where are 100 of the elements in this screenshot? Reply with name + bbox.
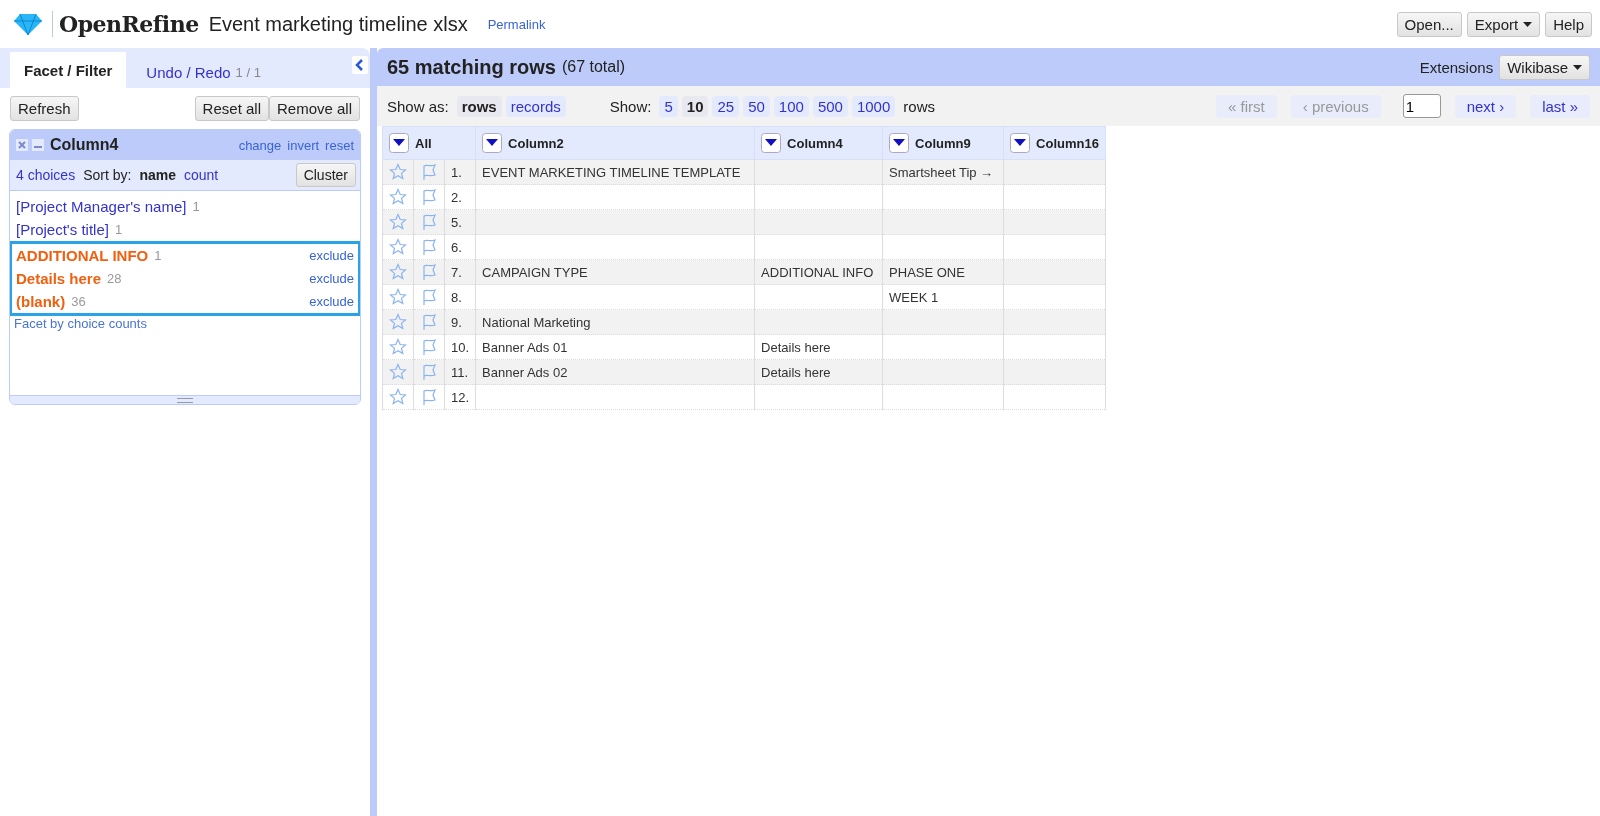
table-cell: Details here: [754, 334, 883, 360]
choice-count: 1: [154, 248, 162, 263]
row-number: 6.: [444, 234, 476, 260]
caret-icon: [1523, 21, 1533, 27]
facet-choice[interactable]: [Project's title]: [16, 221, 109, 238]
show-label: Show:: [609, 97, 652, 115]
panel-tab[interactable]: Facet / Filter: [10, 52, 127, 88]
flag-icon[interactable]: [420, 363, 438, 381]
view-mode-option[interactable]: records: [505, 95, 566, 117]
table-cell: PHASE ONE: [882, 259, 1004, 285]
column-header: Column16: [1036, 135, 1099, 151]
flag-icon[interactable]: [420, 188, 438, 206]
extensions-label: Extensions: [1419, 58, 1494, 76]
remove-all-button[interactable]: Remove all: [268, 96, 360, 121]
sort-label: Sort by:: [83, 167, 132, 183]
row-number: 7.: [444, 259, 476, 285]
column-header: Column9: [915, 135, 971, 151]
table-cell: Details here: [754, 359, 883, 385]
page-number-field[interactable]: 1: [1402, 94, 1441, 118]
page-size-option[interactable]: 500: [812, 95, 848, 117]
star-icon[interactable]: [389, 188, 407, 206]
rows-label: rows: [903, 97, 935, 115]
show-as-label: Show as:: [387, 97, 449, 115]
header-button[interactable]: Help: [1545, 11, 1592, 37]
star-icon[interactable]: [389, 163, 407, 181]
exclude-link[interactable]: exclude: [309, 271, 354, 286]
project-title: Event marketing timeline xlsx: [208, 12, 468, 36]
sort-option[interactable]: name: [139, 167, 176, 183]
dropdown-icon[interactable]: [1010, 133, 1031, 153]
flag-icon[interactable]: [420, 238, 438, 256]
sort-option[interactable]: count: [184, 167, 219, 183]
choice-count: 28: [107, 271, 122, 286]
dropdown-icon[interactable]: [482, 133, 503, 153]
app-logo: OpenRefine: [52, 11, 199, 37]
flag-icon[interactable]: [420, 313, 438, 331]
star-icon[interactable]: [389, 263, 407, 281]
star-icon[interactable]: [389, 388, 407, 406]
exclude-link[interactable]: exclude: [309, 294, 354, 309]
column-header: All: [415, 135, 432, 151]
resize-handle[interactable]: [10, 395, 360, 404]
row-number: 1.: [444, 159, 476, 185]
facet-title: Column4: [50, 136, 119, 154]
permalink-link[interactable]: Permalink: [487, 16, 546, 32]
collapse-icon[interactable]: [352, 56, 368, 74]
choice-count: 36: [71, 294, 86, 309]
row-number: 2.: [444, 184, 476, 210]
star-icon[interactable]: [389, 338, 407, 356]
exclude-link[interactable]: exclude: [309, 248, 354, 263]
page-size-option[interactable]: 5: [659, 95, 678, 117]
dropdown-icon[interactable]: [889, 133, 910, 153]
page-size-option[interactable]: 10: [681, 95, 709, 117]
reset-all-button[interactable]: Reset all: [194, 96, 269, 121]
row-number: 5.: [444, 209, 476, 235]
refresh-button[interactable]: Refresh: [10, 96, 79, 121]
flag-icon[interactable]: [420, 388, 438, 406]
panel-tab[interactable]: Undo / Redo 1 / 1: [132, 56, 275, 88]
dropdown-icon[interactable]: [761, 133, 782, 153]
header-button[interactable]: Open...: [1396, 11, 1462, 37]
flag-icon[interactable]: [420, 338, 438, 356]
wikibase-button[interactable]: Wikibase: [1499, 54, 1590, 80]
row-number: 12.: [444, 384, 476, 410]
star-icon[interactable]: [389, 313, 407, 331]
matching-rows-title: 65 matching rows: [387, 55, 556, 79]
pager-link[interactable]: next ›: [1454, 94, 1517, 118]
minimize-icon[interactable]: [32, 139, 44, 151]
flag-icon[interactable]: [420, 213, 438, 231]
header-button[interactable]: Export: [1466, 11, 1541, 37]
page-size-option[interactable]: 1000: [851, 95, 896, 117]
row-number: 8.: [444, 284, 476, 310]
pager-link[interactable]: last »: [1530, 94, 1590, 118]
star-icon[interactable]: [389, 363, 407, 381]
choice-count-link[interactable]: 4 choices: [16, 167, 76, 183]
undo-count: 1 / 1: [235, 64, 261, 80]
page-size-option[interactable]: 100: [773, 95, 809, 117]
flag-icon[interactable]: [420, 163, 438, 181]
table-cell: Banner Ads 02: [475, 359, 755, 385]
row-number: 9.: [444, 309, 476, 335]
caret-icon: [1573, 64, 1582, 70]
close-icon[interactable]: [16, 139, 28, 151]
view-mode-option[interactable]: rows: [456, 95, 502, 117]
table-cell: WEEK 1: [882, 284, 1004, 310]
cluster-button[interactable]: Cluster: [295, 163, 356, 187]
flag-icon[interactable]: [420, 263, 438, 281]
table-cell: CAMPAIGN TYPE: [475, 259, 755, 285]
star-icon[interactable]: [389, 238, 407, 256]
row-number: 11.: [444, 359, 476, 385]
flag-icon[interactable]: [420, 288, 438, 306]
facet-choice[interactable]: [Project Manager's name]: [16, 198, 187, 215]
table-cell: Smartsheet Tip →: [882, 159, 1004, 185]
star-icon[interactable]: [389, 288, 407, 306]
facet-by-counts-link[interactable]: Facet by choice counts: [10, 316, 360, 331]
star-icon[interactable]: [389, 213, 407, 231]
choice-count: 1: [114, 222, 123, 237]
page-size-option[interactable]: 25: [712, 95, 740, 117]
page-size-option[interactable]: 50: [743, 95, 770, 117]
table-cell: EVENT MARKETING TIMELINE TEMPLATE: [475, 159, 755, 185]
dropdown-icon[interactable]: [389, 133, 409, 153]
total-count: (67 total): [561, 58, 626, 76]
column-header: Column2: [508, 135, 564, 151]
table-cell: ADDITIONAL INFO: [754, 259, 883, 285]
